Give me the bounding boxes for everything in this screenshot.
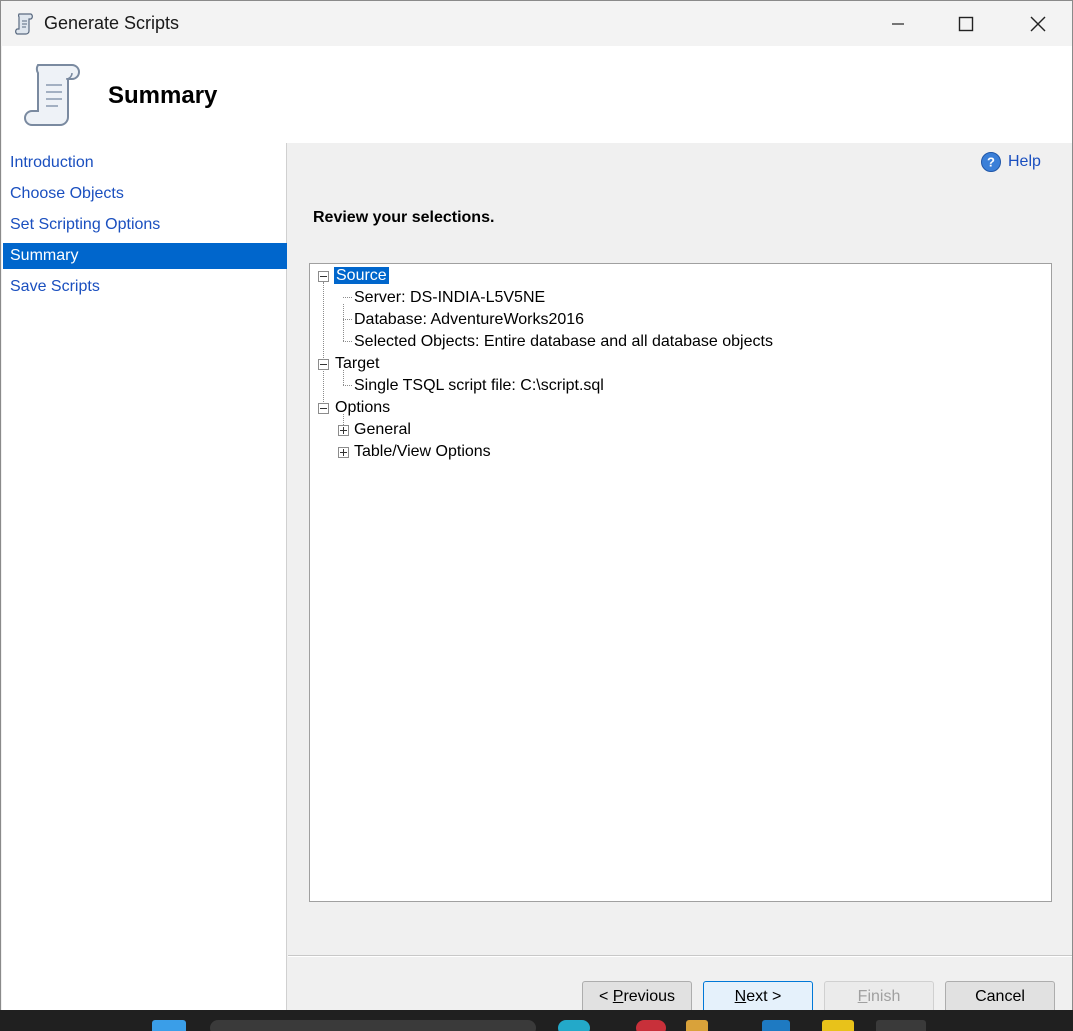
expand-toggle-table-view[interactable] <box>338 447 349 458</box>
wizard-nav: Introduction Choose Objects Set Scriptin… <box>2 143 287 1011</box>
tree-node-database[interactable]: Database: AdventureWorks2016 <box>354 309 584 331</box>
taskbar-search[interactable] <box>210 1020 536 1031</box>
folder-icon[interactable] <box>686 1020 708 1031</box>
tree-connector <box>343 341 352 342</box>
minimize-button[interactable] <box>865 1 931 46</box>
start-icon[interactable] <box>152 1020 186 1031</box>
nav-item-introduction[interactable]: Introduction <box>3 150 287 176</box>
window-title: Generate Scripts <box>44 13 180 33</box>
tree-node-source[interactable]: Source <box>334 265 389 287</box>
active-app-icon[interactable] <box>876 1020 926 1031</box>
maximize-button[interactable] <box>933 1 999 46</box>
previous-prefix: < <box>598 988 613 1005</box>
nav-item-summary[interactable]: Summary <box>3 243 287 269</box>
app-icon[interactable] <box>636 1020 666 1031</box>
taskbar <box>0 1010 1073 1031</box>
tree-node-label: Source <box>334 267 389 284</box>
finish-accesskey: F <box>857 988 868 1005</box>
help-label: Help <box>1008 153 1041 170</box>
finish-label: inish <box>867 988 901 1005</box>
previous-button[interactable]: < Previous <box>582 981 692 1013</box>
tree-connector <box>343 319 352 320</box>
maximize-icon <box>958 16 974 31</box>
tree-connector <box>343 385 352 386</box>
browser-icon[interactable] <box>558 1020 590 1031</box>
tree-node-table-view-options[interactable]: Table/View Options <box>354 441 491 463</box>
next-accesskey: N <box>734 988 747 1005</box>
help-icon: ? <box>981 152 1001 172</box>
scroll-icon <box>13 11 37 35</box>
expand-toggle-general[interactable] <box>338 425 349 436</box>
tree-connector <box>323 282 324 412</box>
finish-button[interactable]: Finish <box>824 981 934 1013</box>
minimize-icon <box>892 22 904 25</box>
nav-item-choose-objects[interactable]: Choose Objects <box>3 181 287 207</box>
next-label: ext > <box>746 988 782 1005</box>
tree-node-selected-objects[interactable]: Selected Objects: Entire database and al… <box>354 331 773 353</box>
nav-item-save-scripts[interactable]: Save Scripts <box>3 274 287 300</box>
tree-node-options[interactable]: Options <box>335 397 390 419</box>
notes-icon[interactable] <box>822 1020 854 1031</box>
generate-scripts-window: Generate Scripts Summary Introduction Ch… <box>0 0 1073 1013</box>
collapse-toggle-options[interactable] <box>318 403 329 414</box>
tree-connector <box>343 297 352 298</box>
help-link[interactable]: ? Help <box>980 151 1041 173</box>
previous-label: revious <box>623 988 676 1005</box>
close-icon <box>1030 16 1046 31</box>
tree-connector <box>343 304 344 341</box>
scroll-icon <box>20 59 84 131</box>
wizard-header: Summary <box>2 46 1072 143</box>
store-icon[interactable] <box>762 1020 790 1031</box>
tree-node-target[interactable]: Target <box>335 353 379 375</box>
wizard-main: ? Help Review your selections. Source Se… <box>288 143 1072 1013</box>
tree-node-server[interactable]: Server: DS-INDIA-L5V5NE <box>354 287 545 309</box>
footer-separator <box>288 955 1072 957</box>
review-heading: Review your selections. <box>313 209 495 226</box>
collapse-toggle-source[interactable] <box>318 271 329 282</box>
close-button[interactable] <box>1005 1 1071 46</box>
page-title: Summary <box>108 82 218 109</box>
title-bar: Generate Scripts <box>1 1 1072 46</box>
nav-item-set-scripting-options[interactable]: Set Scripting Options <box>3 212 287 238</box>
collapse-toggle-target[interactable] <box>318 359 329 370</box>
tree-node-general[interactable]: General <box>354 419 411 441</box>
cancel-button[interactable]: Cancel <box>945 981 1055 1013</box>
tree-node-script-file[interactable]: Single TSQL script file: C:\script.sql <box>354 375 604 397</box>
svg-text:?: ? <box>987 155 995 170</box>
previous-accesskey: P <box>612 988 624 1005</box>
next-button[interactable]: Next > <box>703 981 813 1013</box>
summary-tree[interactable]: Source Server: DS-INDIA-L5V5NE Database:… <box>309 263 1052 902</box>
